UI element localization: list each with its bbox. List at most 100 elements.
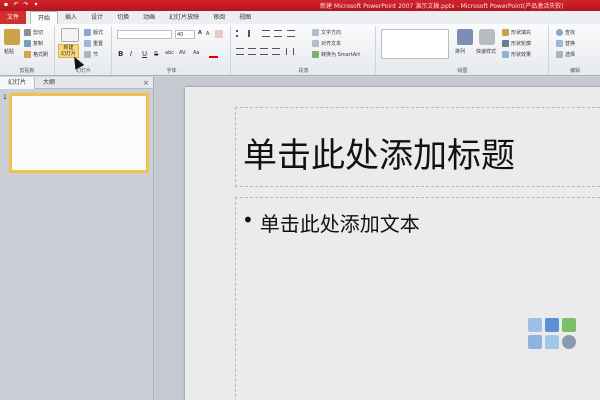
line-spacing-icon[interactable] [287, 30, 295, 37]
clear-format-icon[interactable] [215, 30, 223, 38]
insert-picture-icon[interactable] [528, 335, 542, 349]
paragraph-group-label: 段落 [298, 68, 309, 74]
shrink-font-button[interactable]: A [206, 31, 209, 37]
cut-label: 剪切 [33, 30, 44, 36]
select-label: 选择 [565, 52, 576, 58]
tab-review[interactable]: 审阅 [206, 11, 232, 24]
font-color-icon[interactable] [209, 50, 218, 58]
insert-chart-icon[interactable] [545, 318, 559, 332]
convert-smartart-button[interactable]: 转换为 SmartArt [312, 51, 360, 58]
shadow-button[interactable]: abc [165, 50, 174, 56]
find-icon [556, 29, 563, 36]
tab-slideshow[interactable]: 幻灯片放映 [162, 11, 206, 24]
layout-button[interactable]: 版式 [84, 29, 103, 36]
select-button[interactable]: 选择 [556, 51, 575, 58]
grow-font-button[interactable]: A [198, 30, 202, 36]
paste-icon[interactable] [4, 29, 20, 45]
select-icon [556, 51, 563, 58]
tab-slides[interactable]: 幻灯片 [0, 76, 36, 89]
underline-button[interactable]: U [142, 50, 147, 58]
align-text-button[interactable]: 对齐文本 [312, 40, 341, 47]
find-button[interactable]: 查找 [556, 29, 575, 36]
tab-home[interactable]: 开始 [30, 11, 59, 24]
tab-insert[interactable]: 插入 [58, 11, 84, 24]
undo-icon[interactable]: ↶ [12, 1, 20, 9]
text-direction-button[interactable]: 文字方向 [312, 29, 341, 36]
section-button[interactable]: 节 [84, 51, 98, 58]
insert-clipart-icon[interactable] [545, 335, 559, 349]
slide-thumbnail[interactable] [9, 93, 149, 173]
text-direction-icon [312, 29, 319, 36]
editing-group: 查找 替换 选择 编辑 [550, 26, 600, 74]
bullets-icon[interactable] [236, 30, 244, 37]
shapes-gallery[interactable] [381, 29, 449, 59]
columns-icon[interactable] [286, 48, 294, 55]
replace-button[interactable]: 替换 [556, 40, 575, 47]
slide-number: 1 [3, 94, 7, 101]
bold-button[interactable]: B [118, 50, 123, 58]
effects-icon [502, 51, 509, 58]
paste-button[interactable]: 粘贴 [4, 48, 14, 55]
insert-table-icon[interactable] [528, 318, 542, 332]
insert-content-icons [528, 318, 578, 349]
customize-icon[interactable]: ▾ [32, 1, 40, 9]
reset-icon [84, 40, 91, 47]
font-size-dropdown[interactable]: 40 [175, 30, 195, 39]
clipboard-group: 粘贴 剪切 复制 格式刷 剪贴板 [0, 26, 55, 74]
insert-media-icon[interactable] [562, 335, 576, 349]
align-left-icon[interactable] [236, 48, 244, 55]
italic-button[interactable]: I [130, 50, 132, 58]
layout-label: 版式 [93, 30, 104, 36]
quick-styles-icon[interactable] [479, 29, 495, 45]
format-painter-button[interactable]: 格式刷 [24, 51, 48, 58]
tab-file[interactable]: 文件 [0, 11, 27, 24]
tab-outline[interactable]: 大纲 [35, 77, 63, 89]
paragraph-group: 文字方向 对齐文本 转换为 SmartArt 段落 [232, 26, 376, 74]
numbering-icon[interactable] [248, 30, 256, 37]
window-title: 新建 Microsoft PowerPoint 2007 演示文稿.pptx -… [320, 3, 564, 10]
tab-view[interactable]: 视图 [232, 11, 258, 24]
decrease-indent-icon[interactable] [262, 30, 270, 37]
strikethrough-button[interactable]: S [154, 50, 158, 58]
insert-smartart-icon[interactable] [562, 318, 576, 332]
title-placeholder-text: 单击此处添加标题 [243, 136, 515, 176]
copy-icon [24, 40, 31, 47]
change-case-button[interactable]: Aa [193, 50, 199, 56]
cut-button[interactable]: 剪切 [24, 29, 43, 36]
section-icon [84, 51, 91, 58]
tab-animations[interactable]: 动画 [136, 11, 162, 24]
slide-editor: 单击此处添加标题 • 单击此处添加文本 [155, 77, 600, 400]
font-name-dropdown[interactable] [117, 30, 172, 39]
section-label: 节 [93, 52, 99, 58]
quick-styles-button[interactable]: 快速样式 [476, 48, 496, 55]
align-center-icon[interactable] [248, 48, 256, 55]
save-icon[interactable]: ▪ [2, 1, 10, 9]
font-group-label: 字体 [166, 68, 177, 74]
font-group: 40 A A B I U S abc AV Aa 字体 [113, 26, 231, 74]
redo-icon[interactable]: ↷ [22, 1, 30, 9]
layout-icon [84, 29, 91, 36]
shape-outline-button[interactable]: 形状轮廓 [502, 40, 531, 47]
char-spacing-button[interactable]: AV [179, 50, 186, 56]
find-label: 查找 [565, 30, 576, 36]
justify-icon[interactable] [272, 48, 280, 55]
align-right-icon[interactable] [260, 48, 268, 55]
tab-design[interactable]: 设计 [84, 11, 110, 24]
tab-transitions[interactable]: 切换 [110, 11, 136, 24]
shape-fill-button[interactable]: 形状填充 [502, 29, 531, 36]
clipboard-group-label: 剪贴板 [19, 68, 35, 74]
drawing-group-label: 绘图 [457, 68, 468, 74]
copy-button[interactable]: 复制 [24, 40, 43, 47]
close-icon[interactable]: × [143, 79, 149, 87]
arrange-button[interactable]: 排列 [455, 48, 465, 55]
convert-smartart-label: 转换为 SmartArt [321, 52, 361, 58]
smartart-icon [312, 51, 319, 58]
title-placeholder[interactable]: 单击此处添加标题 [235, 107, 600, 187]
arrange-icon[interactable] [457, 29, 473, 45]
replace-icon [556, 40, 563, 47]
drawing-group: 排列 快速样式 形状填充 形状轮廓 形状效果 绘图 [377, 26, 549, 74]
increase-indent-icon[interactable] [274, 30, 282, 37]
reset-button[interactable]: 重置 [84, 40, 103, 47]
content-placeholder[interactable]: • 单击此处添加文本 [235, 197, 600, 400]
shape-effects-button[interactable]: 形状效果 [502, 51, 531, 58]
